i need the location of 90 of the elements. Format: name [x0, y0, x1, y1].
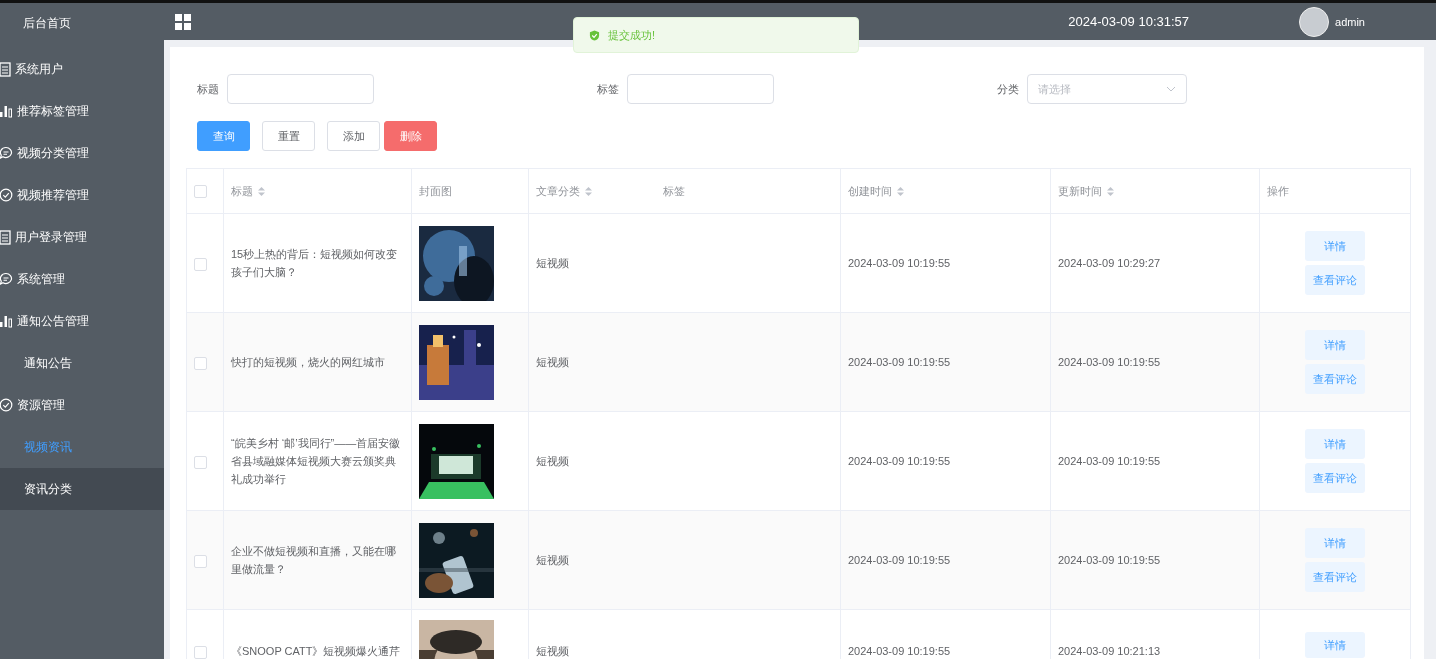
bar-chart-icon	[0, 314, 13, 328]
sidebar-menu-item[interactable]: 系统管理	[0, 258, 164, 300]
table-cell: 2024-03-09 10:19:55	[848, 257, 951, 269]
chat-bubble-icon	[0, 272, 13, 286]
checkbox[interactable]	[194, 257, 207, 271]
menu-icon[interactable]	[175, 13, 191, 30]
sidebar-menu-item[interactable]: 通知公告管理	[0, 300, 164, 342]
menu-label: 推荐标签管理	[17, 102, 89, 120]
menu-label: 通知公告管理	[17, 312, 89, 330]
document-icon	[0, 61, 11, 77]
table-cell: 2024-03-09 10:19:55	[1058, 356, 1161, 368]
toast-message: 提交成功!	[608, 27, 656, 43]
submenu-item[interactable]: 资讯分类	[0, 468, 164, 510]
comments-button[interactable]: 查看评论	[1305, 463, 1365, 493]
article-title: 15秒上热的背后：短视频如何改变孩子们大脑？	[231, 248, 398, 278]
menu-label: 视频推荐管理	[17, 186, 89, 204]
table-cell: 短视频	[536, 554, 569, 566]
success-icon	[589, 29, 600, 41]
checkbox[interactable]	[194, 645, 207, 659]
sortable-column-header[interactable]: 文章分类	[536, 184, 592, 197]
table-cell: 短视频	[536, 356, 569, 368]
sort-icon[interactable]	[1107, 187, 1114, 197]
sortable-column-header[interactable]: 更新时间	[1058, 184, 1114, 197]
column-header: 标签	[663, 184, 685, 197]
table-cell: 2024-03-09 10:29:27	[1058, 257, 1161, 269]
sidebar-menu-item[interactable]: 视频推荐管理	[0, 174, 164, 216]
comments-button[interactable]: 查看评论	[1305, 562, 1365, 592]
sidebar-item[interactable]: 后台首页	[0, 3, 164, 43]
action-button[interactable]: 重置	[262, 121, 315, 151]
table-cell: 短视频	[536, 455, 569, 467]
checkbox[interactable]	[194, 455, 207, 469]
sidebar-menu-item[interactable]: 资源管理	[0, 384, 164, 426]
filter-label: 标题	[197, 81, 219, 97]
sidebar-menu-item[interactable]: 视频分类管理	[0, 132, 164, 174]
table-cell: 2024-03-09 10:19:55	[1058, 554, 1161, 566]
comments-button[interactable]: 查看评论	[1305, 364, 1365, 394]
table-cell: 2024-03-09 10:19:55	[848, 554, 951, 566]
filter-label: 分类	[997, 81, 1019, 97]
details-button[interactable]: 详情	[1305, 528, 1365, 558]
article-title: 企业不做短视频和直播，又能在哪里做流量？	[231, 545, 396, 575]
sidebar-menu-item[interactable]: 系统用户	[0, 48, 164, 90]
details-button[interactable]: 详情	[1305, 632, 1365, 658]
sort-icon[interactable]	[585, 187, 592, 197]
menu-label: 用户登录管理	[15, 228, 87, 246]
bar-chart-icon	[0, 104, 13, 118]
details-button[interactable]: 详情	[1305, 231, 1365, 261]
input-field[interactable]	[227, 74, 374, 104]
chat-bubble-icon	[0, 146, 13, 160]
filter-label: 标签	[597, 81, 619, 97]
article-title: 快打的短视频，烧火的网红城市	[231, 356, 385, 368]
avatar[interactable]	[1299, 6, 1330, 37]
delete-button[interactable]: 删除	[384, 121, 437, 151]
submenu-item[interactable]: 通知公告	[0, 342, 164, 384]
sortable-column-header[interactable]: 创建时间	[848, 184, 904, 197]
select-field[interactable]: 请选择	[1027, 74, 1187, 104]
menu-label: 系统用户	[15, 60, 63, 78]
table-cell: 2024-03-09 10:21:13	[1058, 645, 1161, 657]
input-field[interactable]	[627, 74, 774, 104]
article-title: “皖美乡村 ‘邮’我同行”——首届安徽省县域融媒体短视频大赛云颁奖典礼成功举行	[231, 437, 401, 485]
submenu-item[interactable]: 视频资讯	[0, 426, 164, 468]
table-cell: 短视频	[536, 257, 569, 269]
menu-label: 系统管理	[17, 270, 65, 288]
column-header: 操作	[1267, 184, 1289, 197]
placeholder: 请选择	[1038, 81, 1071, 97]
chevron-down-icon	[1166, 86, 1176, 92]
details-button[interactable]: 详情	[1305, 330, 1365, 360]
table-cell: 2024-03-09 10:19:55	[848, 356, 951, 368]
details-button[interactable]: 详情	[1305, 429, 1365, 459]
checkbox[interactable]	[194, 554, 207, 568]
username[interactable]: admin	[1335, 15, 1365, 28]
search-button[interactable]: 查询	[197, 121, 250, 151]
sidebar-menu-item[interactable]: 用户登录管理	[0, 216, 164, 258]
document-icon	[0, 229, 11, 245]
sortable-column-header[interactable]: 标题	[231, 184, 265, 197]
table-cell: 短视频	[536, 645, 569, 657]
table-cell: 2024-03-09 10:19:55	[848, 645, 951, 657]
sort-icon[interactable]	[258, 187, 265, 197]
current-datetime: 2024-03-09 10:31:57	[1068, 14, 1190, 29]
column-header: 封面图	[419, 184, 452, 197]
article-title: 《SNOOP CATT》短视频爆火通芹	[231, 645, 401, 657]
comments-button[interactable]: 查看评论	[1305, 265, 1365, 295]
table-cell: 2024-03-09 10:19:55	[848, 455, 951, 467]
checkbox[interactable]	[194, 356, 207, 370]
checkbox[interactable]	[194, 184, 207, 198]
menu-label: 资源管理	[17, 396, 65, 414]
table-cell: 2024-03-09 10:19:55	[1058, 455, 1161, 467]
action-button[interactable]: 添加	[327, 121, 380, 151]
menu-label: 视频分类管理	[17, 144, 89, 162]
sort-icon[interactable]	[897, 187, 904, 197]
sidebar-menu-item[interactable]: 推荐标签管理	[0, 90, 164, 132]
